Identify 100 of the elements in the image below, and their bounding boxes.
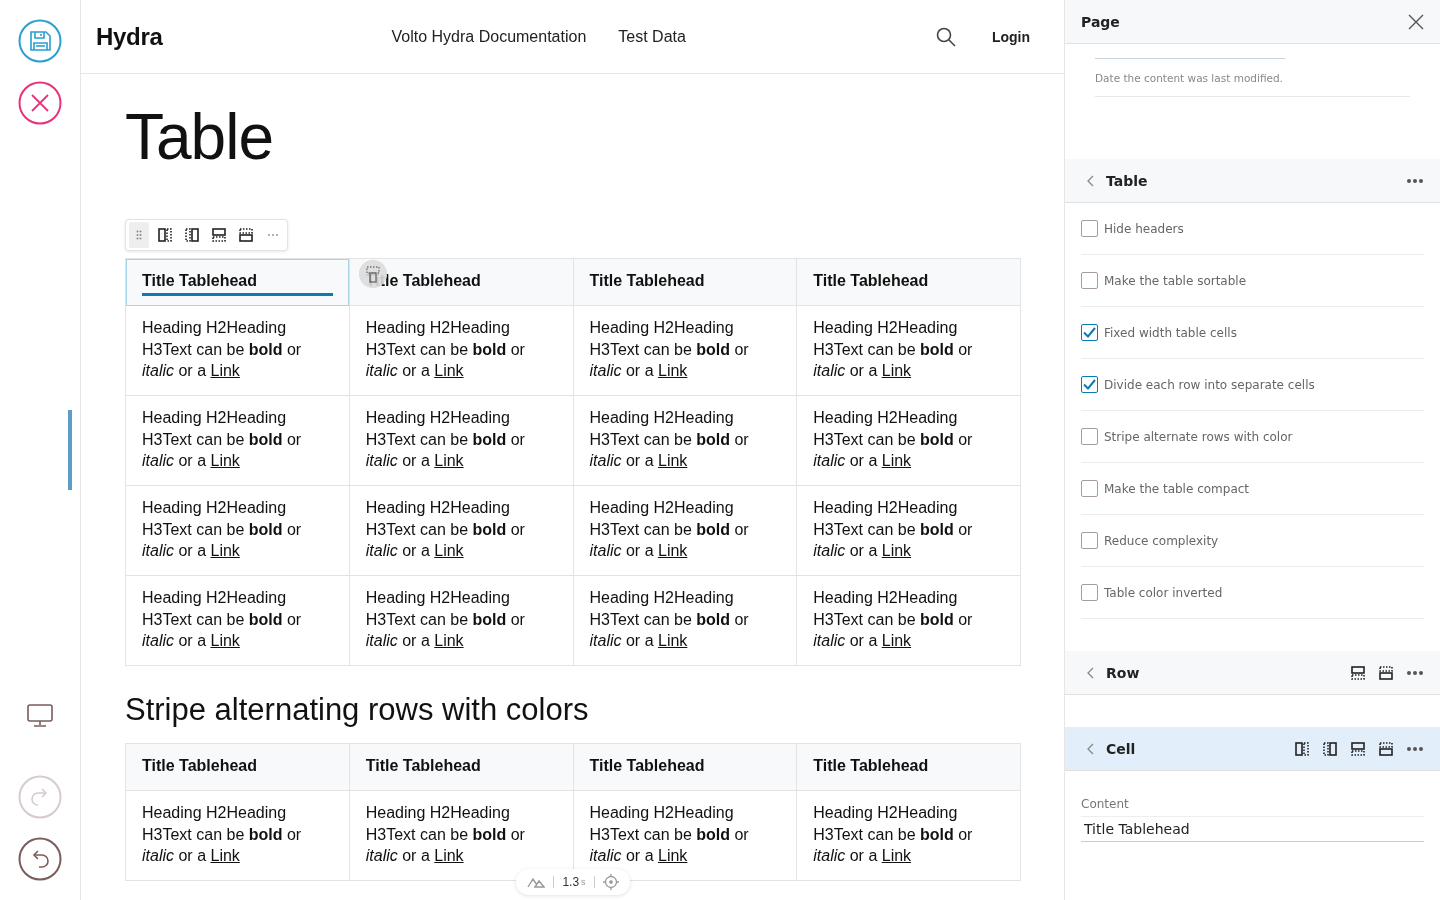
checkbox[interactable] xyxy=(1081,272,1098,289)
row-insert-above-icon[interactable] xyxy=(1378,740,1394,757)
undo-icon[interactable] xyxy=(18,837,62,881)
chevron-left-icon[interactable] xyxy=(1087,666,1094,679)
cell-text: Heading H2Heading H3Text can be bold or italic or a Link xyxy=(589,588,750,651)
checkbox-label: Hide headers xyxy=(1104,221,1184,236)
nav-link[interactable]: Volto Hydra Documentation xyxy=(391,27,587,46)
row-insert-above-icon[interactable] xyxy=(1378,664,1394,681)
nav-link[interactable]: Test Data xyxy=(618,27,686,46)
close-icon[interactable] xyxy=(1408,13,1424,30)
cell-text: Heading H2Heading H3Text can be bold or italic or a Link xyxy=(365,498,526,561)
site-logo[interactable]: Hydra xyxy=(96,22,163,51)
checkbox[interactable] xyxy=(1081,220,1098,237)
more-icon[interactable] xyxy=(1406,177,1424,184)
cell-text: Heading H2Heading H3Text can be bold or italic or a Link xyxy=(142,803,303,866)
column-header[interactable]: Title Tablehead xyxy=(125,258,350,306)
search-icon[interactable] xyxy=(935,26,956,47)
row-insert-below-icon[interactable] xyxy=(1350,664,1366,681)
cell-text: Heading H2Heading H3Text can be bold or italic or a Link xyxy=(142,318,303,381)
section-header[interactable]: Row xyxy=(1065,651,1440,695)
column-header[interactable]: Title Tablehead xyxy=(573,258,797,306)
checkbox-label: Fixed width table cells xyxy=(1104,325,1237,340)
help-text: Date the content was last modified. xyxy=(1095,72,1410,97)
cell-text: Heading H2Heading H3Text can be bold or italic or a Link xyxy=(589,408,750,471)
checkbox-label: Reduce complexity xyxy=(1104,533,1219,548)
link[interactable]: Link xyxy=(210,632,240,649)
chevron-left-icon[interactable] xyxy=(1087,742,1094,755)
link[interactable]: Link xyxy=(658,362,688,379)
time-unit: s xyxy=(581,877,586,887)
monitor-icon[interactable] xyxy=(26,703,54,729)
checkbox-label: Table color inverted xyxy=(1104,585,1223,600)
row-insert-below-icon[interactable] xyxy=(1350,740,1366,757)
cell-text: Heading H2Heading H3Text can be bold or italic or a Link xyxy=(589,803,750,866)
link[interactable]: Link xyxy=(881,847,912,864)
checkbox[interactable] xyxy=(1081,376,1098,393)
link[interactable]: Link xyxy=(881,362,912,379)
cell-text: Heading H2Heading H3Text can be bold or italic or a Link xyxy=(813,498,974,561)
column-header[interactable]: Title Tablehead xyxy=(349,743,573,791)
render-time: 1.3 xyxy=(562,875,580,889)
link[interactable]: Link xyxy=(210,452,240,469)
row-insert-above-icon[interactable] xyxy=(238,227,254,243)
column-insert-left-icon[interactable] xyxy=(157,227,173,243)
checkbox[interactable] xyxy=(1081,428,1098,445)
panel-title: Page xyxy=(1081,13,1121,30)
cell-text: Heading H2Heading H3Text can be bold or italic or a Link xyxy=(365,588,526,651)
cell-text: Heading H2Heading H3Text can be bold or italic or a Link xyxy=(365,803,526,866)
chevron-left-icon[interactable] xyxy=(1087,174,1094,187)
mountain-icon[interactable] xyxy=(527,876,546,888)
cell-text: Heading H2Heading H3Text can be bold or italic or a Link xyxy=(365,318,526,381)
link[interactable]: Link xyxy=(210,847,240,864)
cell-text: Heading H2Heading H3Text can be bold or italic or a Link xyxy=(813,318,974,381)
column-insert-right-icon[interactable] xyxy=(184,227,200,243)
cell-text: Heading H2Heading H3Text can be bold or italic or a Link xyxy=(813,588,974,651)
checkbox-label: Make the table compact xyxy=(1104,481,1250,496)
checkbox[interactable] xyxy=(1081,324,1098,341)
link[interactable]: Link xyxy=(881,542,912,559)
cell-text: Heading H2Heading H3Text can be bold or italic or a Link xyxy=(142,588,303,651)
close-icon[interactable] xyxy=(18,81,62,125)
section-title: Table xyxy=(1106,172,1149,189)
link[interactable]: Link xyxy=(658,632,688,649)
link[interactable]: Link xyxy=(658,542,688,559)
target-icon[interactable] xyxy=(602,874,619,890)
cell-text: Heading H2Heading H3Text can be bold or italic or a Link xyxy=(365,408,526,471)
link[interactable]: Link xyxy=(881,632,912,649)
link[interactable]: Link xyxy=(210,362,240,379)
checkbox[interactable] xyxy=(1081,584,1098,601)
link[interactable]: Link xyxy=(434,542,464,559)
link[interactable]: Link xyxy=(210,542,240,559)
section-header[interactable]: Cell xyxy=(1065,727,1440,771)
cell-text: Heading H2Heading H3Text can be bold or italic or a Link xyxy=(589,318,750,381)
more-icon[interactable] xyxy=(1406,669,1424,676)
cell-text: Heading H2Heading H3Text can be bold or italic or a Link xyxy=(589,498,750,561)
checkbox[interactable] xyxy=(1081,532,1098,549)
link[interactable]: Link xyxy=(434,632,464,649)
link[interactable]: Link xyxy=(434,452,464,469)
link[interactable]: Link xyxy=(658,452,688,469)
drag-handle-icon[interactable] xyxy=(136,230,142,240)
row-insert-below-icon[interactable] xyxy=(211,227,227,243)
content-field[interactable]: Title Tablehead xyxy=(1081,816,1424,842)
checkbox[interactable] xyxy=(1081,480,1098,497)
link[interactable]: Link xyxy=(434,362,464,379)
checkbox-label: Make the table sortable xyxy=(1104,273,1247,288)
checkbox-label: Stripe alternate rows with color xyxy=(1104,429,1293,444)
column-header[interactable]: Title Tablehead xyxy=(573,743,797,791)
cell-text: Heading H2Heading H3Text can be bold or italic or a Link xyxy=(813,803,974,866)
cell-text: Heading H2Heading H3Text can be bold or italic or a Link xyxy=(142,408,303,471)
link[interactable]: Link xyxy=(658,847,688,864)
section-heading: Stripe alternating rows with colors xyxy=(125,691,590,729)
section-header[interactable]: Table xyxy=(1065,159,1440,203)
link[interactable]: Link xyxy=(434,847,464,864)
more-icon[interactable] xyxy=(1406,745,1424,752)
field-label: Content xyxy=(1081,797,1130,811)
column-insert-right-icon[interactable] xyxy=(1322,740,1338,757)
column-header[interactable]: Title Tablehead xyxy=(125,743,350,791)
column-insert-left-icon[interactable] xyxy=(1294,740,1310,757)
column-header[interactable]: Title Tablehead xyxy=(796,258,1021,306)
login-link[interactable]: Login xyxy=(991,28,1030,45)
column-header[interactable]: Title Tablehead xyxy=(796,743,1021,791)
save-icon[interactable] xyxy=(18,19,62,63)
link[interactable]: Link xyxy=(881,452,912,469)
